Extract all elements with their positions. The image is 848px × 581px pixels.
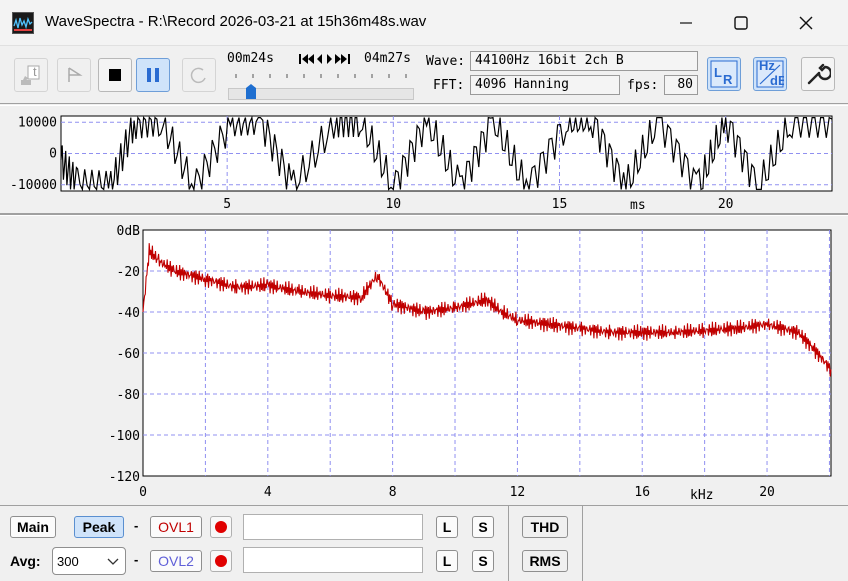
open-file-button[interactable]: t xyxy=(14,58,48,92)
avg-select[interactable]: 300 xyxy=(52,547,126,575)
waveform-x-tick: 5 xyxy=(223,197,231,212)
chevron-down-icon xyxy=(107,558,119,565)
maximize-icon xyxy=(734,16,748,30)
open-file-icon: t xyxy=(21,64,40,85)
wave-format-field: 44100Hz 16bit 2ch B xyxy=(470,51,698,71)
spectrum-y-tick: -100 xyxy=(109,429,140,444)
seek-icon xyxy=(299,54,350,64)
spectrum-y-tick: -60 xyxy=(117,347,140,362)
maximize-button[interactable] xyxy=(709,0,773,46)
svg-text:dB: dB xyxy=(770,73,784,88)
spectrum-y-tick: -120 xyxy=(109,470,140,485)
repeat-icon xyxy=(190,67,206,84)
spectrum-y-tick: -80 xyxy=(117,388,140,403)
ovl2-name-field[interactable] xyxy=(243,547,423,573)
ovl1-save-button[interactable]: S xyxy=(472,516,494,538)
spectrum-x-unit: kHz xyxy=(690,488,713,503)
spectrum-x-tick: 4 xyxy=(264,485,272,500)
ovl2-record-button[interactable] xyxy=(210,550,232,572)
pause-icon xyxy=(147,68,159,82)
close-icon xyxy=(799,16,813,30)
spectrum-panel: 0dB -20 -40 -60 -80 -100 -120 0 4 8 12 16 20 kHz xyxy=(0,215,848,505)
record-icon xyxy=(215,521,227,533)
lr-channel-button[interactable]: L R xyxy=(707,57,741,91)
stop-button[interactable] xyxy=(98,58,132,92)
ovl1-button[interactable]: OVL1 xyxy=(150,516,202,538)
waveform-x-unit: ms xyxy=(630,198,646,213)
settings-wrench-icon xyxy=(807,63,831,85)
fft-label: FFT: xyxy=(433,78,465,93)
spectrum-x-tick: 8 xyxy=(389,485,397,500)
title-bar: WaveSpectra - R:\Record 2026-03-21 at 15… xyxy=(0,0,848,46)
divider xyxy=(582,506,583,581)
lr-channel-icon: L R xyxy=(710,60,738,88)
ovl1-name-field[interactable] xyxy=(243,514,423,540)
fps-field[interactable]: 80 xyxy=(664,75,698,95)
pause-button[interactable] xyxy=(136,58,170,92)
waveform-y-tick: -10000 xyxy=(10,178,57,193)
spectrum-y-tick: 0dB xyxy=(117,224,141,239)
app-icon xyxy=(12,12,34,34)
hz-db-scale-icon: Hz dB xyxy=(756,60,784,88)
svg-text:R: R xyxy=(723,72,733,87)
avg-label: Avg: xyxy=(10,553,41,569)
waveform-chart: 10000 0 -10000 5 10 15 20 ms xyxy=(10,115,833,213)
close-button[interactable] xyxy=(774,0,838,46)
spectrum-y-tick: -20 xyxy=(117,265,140,280)
ovl2-save-button[interactable]: S xyxy=(472,550,494,572)
divider xyxy=(508,506,509,581)
position-time: 00m24s xyxy=(227,51,274,66)
thd-button[interactable]: THD xyxy=(522,516,568,538)
spectrum-x-tick: 12 xyxy=(510,485,526,500)
wave-label: Wave: xyxy=(426,54,466,69)
waveform-y-tick: 10000 xyxy=(18,115,57,130)
settings-button[interactable] xyxy=(801,57,835,91)
svg-text:t: t xyxy=(33,64,37,79)
waveform-x-tick: 15 xyxy=(552,197,568,212)
peak-button[interactable]: Peak xyxy=(74,516,124,538)
waveform-x-tick: 20 xyxy=(718,197,734,212)
ovl2-load-button[interactable]: L xyxy=(436,550,458,572)
play-button[interactable] xyxy=(57,58,91,92)
play-icon xyxy=(68,67,83,82)
ovl1-record-button[interactable] xyxy=(210,516,232,538)
window-title: WaveSpectra - R:\Record 2026-03-21 at 15… xyxy=(45,13,427,30)
svg-text:L: L xyxy=(714,65,722,80)
hz-db-scale-button[interactable]: Hz dB xyxy=(753,57,787,91)
record-icon xyxy=(215,555,227,567)
ovl2-dash: - xyxy=(134,552,139,567)
rms-button[interactable]: RMS xyxy=(522,550,568,572)
seek-slider-thumb[interactable] xyxy=(245,84,257,100)
spectrum-chart: 0dB -20 -40 -60 -80 -100 -120 0 4 8 12 16 20 kHz xyxy=(109,224,832,503)
seek-ticks xyxy=(235,74,407,78)
ovl1-dash: - xyxy=(134,518,139,533)
fft-setting-field[interactable]: 4096 Hanning xyxy=(470,75,620,95)
seek-buttons[interactable] xyxy=(299,53,353,68)
total-time: 04m27s xyxy=(364,51,411,66)
waveform-panel: 10000 0 -10000 5 10 15 20 ms xyxy=(0,105,848,213)
spectrum-x-tick: 0 xyxy=(139,485,147,500)
spectrum-x-tick: 16 xyxy=(634,485,650,500)
spectrum-x-tick: 20 xyxy=(759,485,775,500)
avg-value: 300 xyxy=(57,553,79,569)
waveform-x-tick: 10 xyxy=(385,197,401,212)
stop-icon xyxy=(109,69,121,81)
minimize-icon xyxy=(680,22,692,24)
main-button[interactable]: Main xyxy=(10,516,56,538)
repeat-button[interactable] xyxy=(182,58,216,92)
ovl1-load-button[interactable]: L xyxy=(436,516,458,538)
waveform-y-tick: 0 xyxy=(49,147,57,162)
ovl2-button[interactable]: OVL2 xyxy=(150,550,202,572)
bottom-controls: Main Peak - OVL1 L S Avg: 300 - OVL2 L S… xyxy=(0,505,848,581)
fps-label: fps: xyxy=(627,78,659,93)
toolbar: t 00m24s 04m27s Wave: 44100Hz 16bit 2ch … xyxy=(0,46,848,104)
spectrum-y-tick: -40 xyxy=(117,306,140,321)
